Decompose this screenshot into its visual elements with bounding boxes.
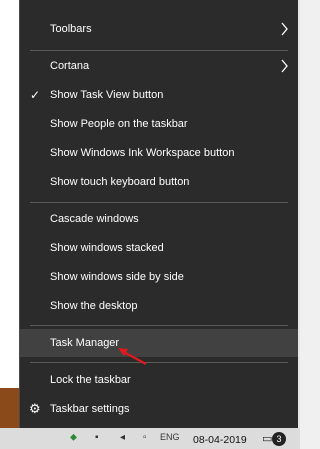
desktop-edge — [298, 0, 300, 449]
menu-separator — [30, 362, 288, 363]
checkmark-icon: ✓ — [30, 88, 41, 102]
menu-item-taskbar-settings[interactable]: ⚙ Taskbar settings — [20, 395, 298, 423]
menu-item-label: Show touch keyboard button — [50, 176, 190, 188]
chevron-right-icon — [281, 59, 288, 73]
menu-item-label: Show People on the taskbar — [50, 118, 188, 130]
tray-icon[interactable]: ▪ — [95, 432, 99, 443]
language-indicator[interactable]: ENG — [160, 432, 180, 442]
menu-item-lock-the-taskbar[interactable]: Lock the taskbar — [20, 366, 298, 394]
menu-separator — [30, 50, 288, 51]
menu-item-show-windows-stacked[interactable]: Show windows stacked — [20, 234, 298, 262]
menu-separator — [30, 202, 288, 203]
menu-separator — [30, 325, 288, 326]
notification-icon[interactable]: ▭ — [262, 432, 272, 445]
menu-item-label: Lock the taskbar — [50, 374, 131, 386]
menu-item-label: Cortana — [50, 60, 90, 72]
menu-item-cortana[interactable]: Cortana — [20, 52, 298, 80]
menu-item-label: Show the desktop — [50, 300, 138, 312]
menu-item-show-windows-side-by-side[interactable]: Show windows side by side — [20, 263, 298, 291]
menu-item-toolbars[interactable]: Toolbars — [20, 15, 298, 43]
clock-date[interactable]: 08-04-2019 — [193, 434, 247, 446]
volume-icon[interactable]: ◂ — [120, 432, 125, 443]
menu-item-label: Show windows stacked — [50, 242, 164, 254]
menu-item-task-manager[interactable]: Task Manager — [20, 329, 298, 357]
menu-item-show-task-view-button[interactable]: ✓ Show Task View button — [20, 81, 298, 109]
menu-item-cascade-windows[interactable]: Cascade windows — [20, 205, 298, 233]
tray-icon[interactable]: ▫ — [143, 432, 147, 443]
menu-item-label: Task Manager — [50, 337, 120, 349]
menu-item-label: Cascade windows — [50, 213, 139, 225]
network-icon[interactable]: ⬥ — [70, 432, 77, 443]
menu-item-show-touch-keyboard[interactable]: Show touch keyboard button — [20, 168, 298, 196]
window-background — [0, 0, 20, 388]
menu-item-show-the-desktop[interactable]: Show the desktop — [20, 292, 298, 320]
taskbar: ⬥ ▪ ◂ ▫ ENG 08-04-2019 ▭ 3 — [0, 428, 300, 449]
menu-item-label: Show Windows Ink Workspace button — [50, 147, 235, 159]
menu-item-label: Taskbar settings — [50, 403, 130, 415]
notification-badge: 3 — [272, 432, 286, 446]
menu-item-label: Show windows side by side — [50, 271, 184, 283]
menu-item-show-windows-ink[interactable]: Show Windows Ink Workspace button — [20, 139, 298, 167]
menu-item-show-people[interactable]: Show People on the taskbar — [20, 110, 298, 138]
chevron-right-icon — [281, 22, 288, 36]
gear-icon: ⚙ — [29, 401, 41, 416]
menu-item-label: Toolbars — [50, 23, 92, 35]
taskbar-context-menu: Toolbars Cortana ✓ Show Task View button… — [19, 0, 298, 428]
menu-item-label: Show Task View button — [50, 89, 164, 101]
